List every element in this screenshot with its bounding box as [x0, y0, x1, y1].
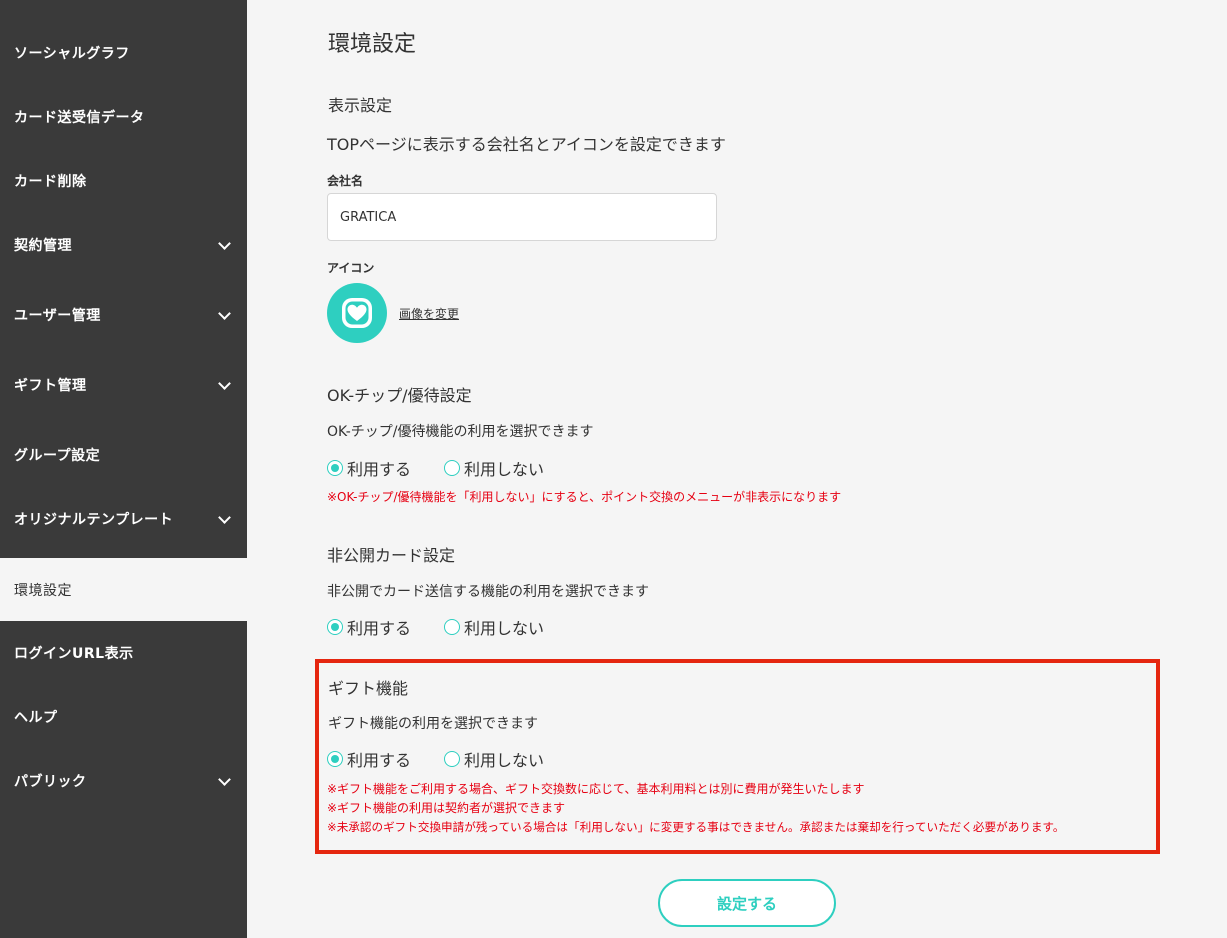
- heart-icon: [342, 298, 372, 328]
- company-name-label: 会社名: [327, 174, 364, 188]
- ok-chip-note: ※OK-チップ/優待機能を「利用しない」にすると、ポイント交換のメニューが非表示…: [327, 490, 842, 504]
- sidebar-item-card-data[interactable]: カード送受信データ: [0, 85, 247, 149]
- sidebar-item-label: ユーザー管理: [14, 308, 101, 324]
- sidebar-item-label: パブリック: [14, 774, 87, 790]
- sidebar-item-settings[interactable]: 環境設定: [0, 558, 247, 621]
- gift-not-use-radio[interactable]: 利用しない: [444, 747, 544, 771]
- radio-unchecked-icon: [444, 751, 461, 767]
- ok-chip-radio-group: 利用する 利用しない: [327, 456, 544, 480]
- radio-label: 利用する: [347, 460, 412, 479]
- sidebar-item-card-delete[interactable]: カード削除: [0, 149, 247, 213]
- radio-unchecked-icon: [444, 460, 461, 476]
- radio-label: 利用しない: [464, 751, 545, 770]
- sidebar-item-template[interactable]: オリジナルテンプレート: [0, 484, 247, 554]
- sidebar-item-login-url[interactable]: ログインURL表示: [0, 621, 247, 685]
- private-card-use-radio[interactable]: 利用する: [327, 615, 411, 639]
- gift-note: ※ギフト機能をご利用する場合、ギフト交換数に応じて、基本利用料とは別に費用が発生…: [327, 782, 865, 796]
- radio-label: 利用する: [347, 751, 412, 770]
- sidebar-item-group[interactable]: グループ設定: [0, 423, 247, 487]
- radio-label: 利用しない: [464, 619, 545, 638]
- gift-note: ※ギフト機能の利用は契約者が選択できます: [327, 801, 566, 815]
- radio-checked-icon: [327, 460, 343, 476]
- sidebar-item-social-graph[interactable]: ソーシャルグラフ: [0, 21, 247, 85]
- chevron-down-icon: [218, 306, 231, 320]
- sidebar-item-help[interactable]: ヘルプ: [0, 685, 247, 749]
- company-icon: [327, 283, 387, 343]
- radio-label: 利用しない: [464, 460, 545, 479]
- page-title: 環境設定: [328, 32, 417, 57]
- sidebar-item-label: カード送受信データ: [14, 110, 145, 126]
- ok-chip-not-use-radio[interactable]: 利用しない: [444, 456, 544, 480]
- change-image-link[interactable]: 画像を変更: [399, 305, 459, 322]
- sidebar-item-label: 環境設定: [14, 582, 72, 599]
- gift-notes: ※ギフト機能をご利用する場合、ギフト交換数に応じて、基本利用料とは別に費用が発生…: [327, 780, 1064, 837]
- display-settings-title: 表示設定: [328, 96, 393, 115]
- radio-checked-icon: [327, 619, 343, 635]
- sidebar-item-label: カード削除: [14, 174, 87, 190]
- gift-description: ギフト機能の利用を選択できます: [328, 716, 538, 732]
- sidebar-item-label: ギフト管理: [14, 378, 87, 394]
- submit-button[interactable]: 設定する: [658, 879, 836, 927]
- sidebar-item-contract[interactable]: 契約管理: [0, 210, 247, 280]
- main-content: 環境設定 表示設定 TOPページに表示する会社名とアイコンを設定できます 会社名…: [247, 0, 1227, 938]
- sidebar-item-label: ログインURL表示: [14, 646, 134, 662]
- chevron-down-icon: [218, 236, 231, 250]
- gift-radio-group: 利用する 利用しない: [327, 747, 544, 771]
- sidebar-item-gift[interactable]: ギフト管理: [0, 350, 247, 420]
- gift-use-radio[interactable]: 利用する: [327, 747, 411, 771]
- sidebar-item-public[interactable]: パブリック: [0, 746, 247, 816]
- chevron-down-icon: [218, 510, 231, 524]
- radio-label: 利用する: [347, 619, 412, 638]
- radio-checked-icon: [327, 751, 343, 767]
- gift-title: ギフト機能: [328, 679, 409, 698]
- chevron-down-icon: [218, 376, 231, 390]
- sidebar-item-label: オリジナルテンプレート: [14, 512, 174, 528]
- sidebar: ソーシャルグラフ カード送受信データ カード削除 契約管理 ユーザー管理 ギフト…: [0, 0, 247, 938]
- display-settings-description: TOPページに表示する会社名とアイコンを設定できます: [327, 135, 726, 154]
- sidebar-item-label: ヘルプ: [14, 710, 58, 726]
- radio-unchecked-icon: [444, 619, 461, 635]
- icon-label: アイコン: [327, 261, 375, 275]
- company-name-input[interactable]: [327, 193, 717, 241]
- ok-chip-title: OK-チップ/優待設定: [327, 386, 472, 405]
- sidebar-item-label: 契約管理: [14, 238, 72, 254]
- private-card-radio-group: 利用する 利用しない: [327, 615, 544, 639]
- ok-chip-description: OK-チップ/優待機能の利用を選択できます: [327, 424, 594, 440]
- sidebar-item-label: ソーシャルグラフ: [14, 46, 130, 62]
- sidebar-item-users[interactable]: ユーザー管理: [0, 280, 247, 350]
- chevron-down-icon: [218, 772, 231, 786]
- private-card-title: 非公開カード設定: [327, 546, 456, 565]
- ok-chip-use-radio[interactable]: 利用する: [327, 456, 411, 480]
- private-card-not-use-radio[interactable]: 利用しない: [444, 615, 544, 639]
- gift-note: ※未承認のギフト交換申請が残っている場合は「利用しない」に変更する事はできません…: [327, 820, 1065, 834]
- private-card-description: 非公開でカード送信する機能の利用を選択できます: [327, 584, 649, 600]
- sidebar-item-label: グループ設定: [14, 448, 101, 464]
